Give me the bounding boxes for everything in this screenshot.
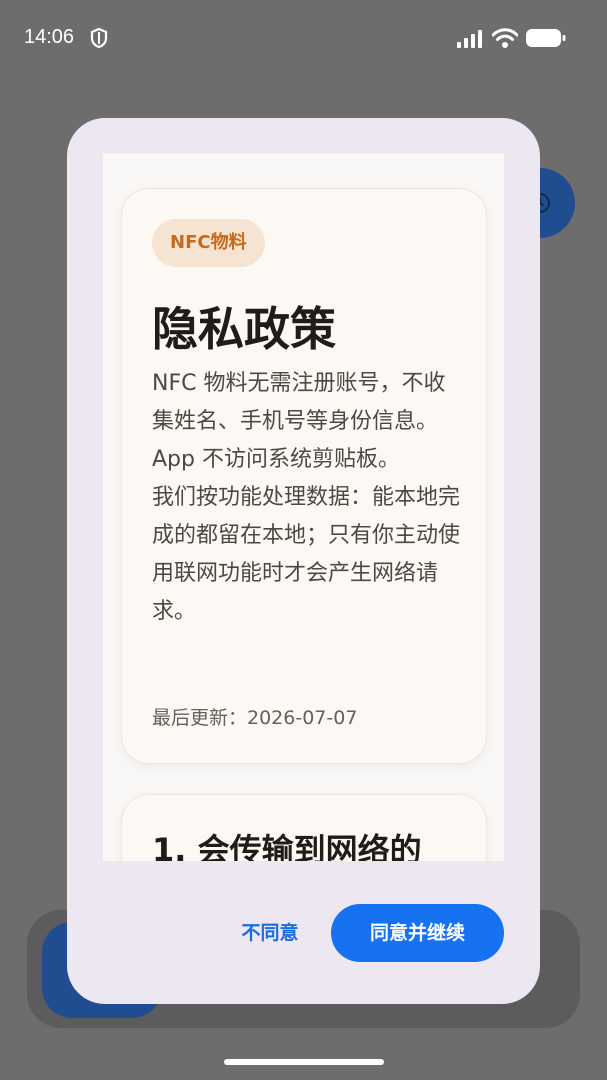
dialog-scroll-content[interactable]: NFC物料 隐私政策 NFC 物料无需注册账号，不收集姓名、手机号等身份信息。A…	[103, 153, 504, 861]
page-title: 隐私政策	[152, 302, 336, 356]
status-bar: 14:06	[0, 0, 607, 76]
section-title: 1. 会传输到网络的	[152, 831, 422, 861]
privacy-policy-card: NFC物料 隐私政策 NFC 物料无需注册账号，不收集姓名、手机号等身份信息。A…	[121, 188, 487, 764]
shield-icon	[90, 27, 108, 49]
policy-summary: NFC 物料无需注册账号，不收集姓名、手机号等身份信息。App 不访问系统剪贴板…	[152, 365, 462, 631]
network-section-card: 1. 会传输到网络的	[121, 794, 487, 861]
disagree-button[interactable]: 不同意	[220, 904, 320, 962]
wifi-icon	[492, 28, 518, 48]
privacy-dialog: NFC物料 隐私政策 NFC 物料无需注册账号，不收集姓名、手机号等身份信息。A…	[67, 118, 540, 1004]
summary-paragraph-2: 我们按功能处理数据：能本地完成的都留在本地；只有你主动使用联网功能时才会产生网络…	[152, 485, 461, 624]
cellular-signal-icon	[457, 30, 482, 48]
summary-paragraph-1: NFC 物料无需注册账号，不收集姓名、手机号等身份信息。App 不访问系统剪贴板…	[152, 371, 446, 472]
app-name-chip: NFC物料	[152, 219, 265, 267]
agree-continue-button[interactable]: 同意并继续	[331, 904, 504, 962]
status-time: 14:06	[24, 26, 75, 48]
home-indicator[interactable]	[224, 1059, 384, 1065]
last-updated-text: 最后更新：2026-07-07	[152, 707, 358, 729]
battery-icon	[526, 29, 566, 47]
